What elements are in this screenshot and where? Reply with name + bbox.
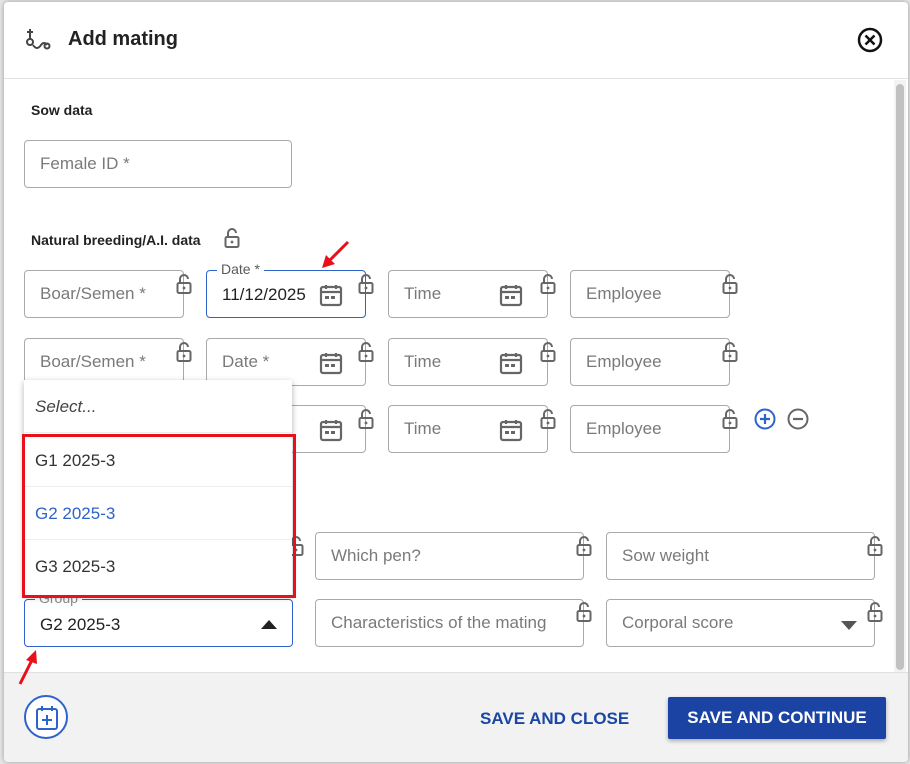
unlock-icon[interactable] [224, 228, 240, 248]
save-and-close-button[interactable]: SAVE AND CLOSE [480, 709, 629, 729]
female-id-field[interactable]: Female ID * [24, 140, 292, 188]
mating-icon [24, 26, 52, 54]
add-event-button[interactable] [24, 695, 68, 739]
unlock-icon[interactable] [576, 602, 592, 622]
time-placeholder: Time [404, 284, 442, 303]
unlock-icon[interactable] [176, 342, 192, 362]
boar-semen-field[interactable]: Boar/Semen * [24, 270, 184, 318]
chevron-down-icon[interactable] [841, 621, 857, 630]
unlock-icon[interactable] [358, 342, 374, 362]
unlock-icon[interactable] [722, 342, 738, 362]
remove-row-icon[interactable] [787, 408, 809, 430]
employee-placeholder: Employee [586, 352, 662, 371]
unlock-icon[interactable] [576, 536, 592, 556]
dialog-footer: SAVE AND CLOSE SAVE AND CONTINUE [4, 672, 908, 762]
employee-placeholder: Employee [586, 419, 662, 438]
group-option[interactable]: G3 2025-3 [24, 540, 292, 593]
characteristics-field[interactable]: Characteristics of the mating [315, 599, 584, 647]
which-pen-field[interactable]: Which pen? [315, 532, 584, 580]
unlock-icon[interactable] [176, 274, 192, 294]
calendar-icon[interactable] [499, 418, 523, 442]
unlock-icon[interactable] [722, 409, 738, 429]
annotation-arrow [18, 650, 37, 685]
corporal-score-select[interactable]: Corporal score [606, 599, 875, 647]
unlock-icon[interactable] [867, 602, 883, 622]
group-option[interactable]: G1 2025-3 [24, 434, 292, 487]
employee-placeholder: Employee [586, 284, 662, 303]
employee-field[interactable]: Employee [570, 270, 730, 318]
date-placeholder: Date * [222, 352, 270, 371]
sow-data-heading: Sow data [31, 102, 93, 118]
close-icon[interactable] [856, 26, 884, 54]
unlock-icon[interactable] [358, 409, 374, 429]
sow-weight-placeholder: Sow weight [622, 546, 709, 565]
employee-field[interactable]: Employee [570, 338, 730, 386]
female-id-placeholder: Female ID * [40, 154, 130, 173]
date-field[interactable]: Date * [206, 338, 366, 386]
chevron-up-icon[interactable] [261, 620, 277, 629]
time-placeholder: Time [404, 419, 442, 438]
unlock-icon[interactable] [867, 536, 883, 556]
corporal-score-placeholder: Corporal score [622, 613, 734, 632]
scrollbar[interactable] [894, 80, 906, 672]
calendar-icon[interactable] [499, 283, 523, 307]
unlock-icon[interactable] [722, 274, 738, 294]
time-field[interactable]: Time [388, 338, 548, 386]
dialog-title: Add mating [68, 28, 178, 50]
employee-field[interactable]: Employee [570, 405, 730, 453]
calendar-icon[interactable] [319, 351, 343, 375]
date-field-label: Date * [217, 261, 264, 277]
breeding-heading: Natural breeding/A.I. data [31, 232, 201, 248]
time-field[interactable]: Time [388, 405, 548, 453]
which-pen-placeholder: Which pen? [331, 546, 421, 565]
annotation-arrow [322, 240, 350, 268]
group-value: G2 2025-3 [40, 615, 121, 634]
boar-semen-field[interactable]: Boar/Semen * [24, 338, 184, 386]
calendar-icon[interactable] [319, 418, 343, 442]
group-option[interactable]: Select... [24, 380, 292, 433]
unlock-icon[interactable] [358, 274, 374, 294]
scroll-thumb[interactable] [896, 84, 904, 670]
dialog-header: Add mating [4, 2, 908, 79]
date-field-value: 11/12/2025 [222, 285, 306, 304]
save-and-continue-button[interactable]: SAVE AND CONTINUE [668, 697, 886, 739]
boar-semen-placeholder: Boar/Semen * [40, 284, 146, 303]
group-option[interactable]: G2 2025-3 [24, 487, 292, 540]
add-row-icon[interactable] [754, 408, 776, 430]
unlock-icon[interactable] [540, 274, 556, 294]
time-field[interactable]: Time [388, 270, 548, 318]
add-mating-dialog: Add mating Sow data Female ID * Natural … [4, 2, 908, 762]
unlock-icon[interactable] [540, 409, 556, 429]
time-placeholder: Time [404, 352, 442, 371]
group-dropdown-list: Select... G1 2025-3 G2 2025-3 G3 2025-3 [24, 380, 292, 595]
sow-weight-field[interactable]: Sow weight [606, 532, 875, 580]
calendar-add-icon [35, 705, 59, 736]
calendar-icon[interactable] [319, 283, 343, 307]
calendar-icon[interactable] [499, 351, 523, 375]
date-field[interactable]: Date * 11/12/2025 [206, 261, 366, 318]
boar-semen-placeholder: Boar/Semen * [40, 352, 146, 371]
group-select[interactable]: Group G2 2025-3 [24, 590, 293, 647]
unlock-icon[interactable] [540, 342, 556, 362]
characteristics-placeholder: Characteristics of the mating [331, 613, 547, 632]
